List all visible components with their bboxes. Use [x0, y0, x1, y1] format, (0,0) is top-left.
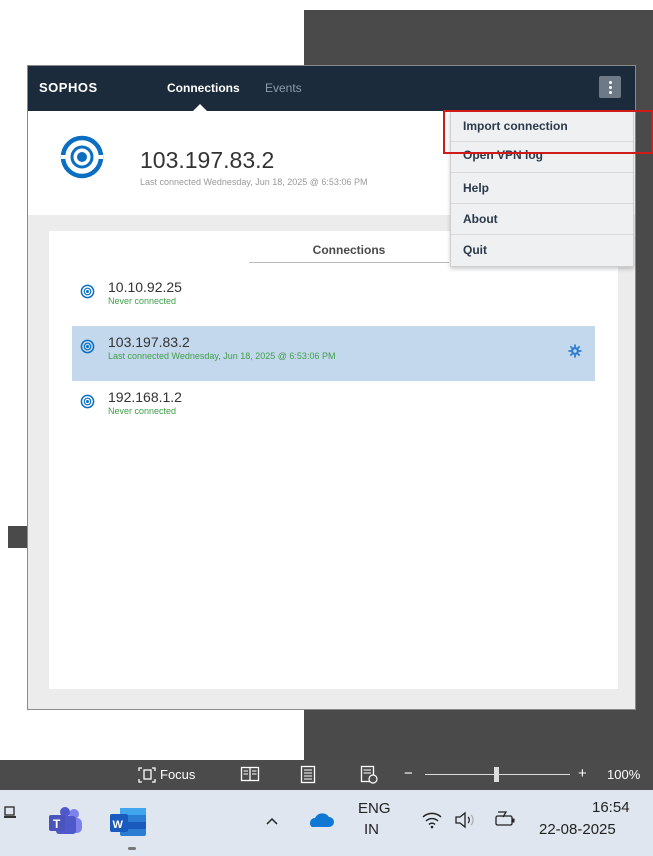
connection-ip: 192.168.1.2	[108, 389, 182, 405]
word-icon[interactable]: W	[108, 806, 148, 838]
battery-charging-icon[interactable]	[494, 810, 518, 828]
connection-ip: 10.10.92.25	[108, 279, 182, 295]
zoom-level[interactable]: 100%	[607, 767, 640, 782]
teams-icon[interactable]: T	[48, 807, 84, 837]
word-status-bar: Focus − + 100%	[0, 760, 653, 790]
connection-status: Never connected	[108, 406, 177, 416]
focus-label[interactable]: Focus	[160, 767, 195, 782]
wifi-icon[interactable]	[421, 811, 443, 829]
connection-row[interactable]: 10.10.92.25 Never connected	[72, 271, 595, 326]
onedrive-icon[interactable]	[306, 812, 334, 828]
more-options-icon[interactable]	[599, 76, 621, 98]
focus-icon[interactable]	[137, 766, 157, 784]
menu-item-quit[interactable]: Quit	[451, 235, 633, 266]
current-connection-status: Last connected Wednesday, Jun 18, 2025 @…	[140, 177, 368, 187]
clock-time[interactable]: 16:54	[592, 799, 630, 816]
zoom-out-button[interactable]: −	[404, 765, 413, 782]
sophos-logo: SOPHOS	[39, 80, 98, 95]
connections-panel: Connections 10.10.92.25 Never connected …	[49, 231, 618, 689]
active-app-indicator	[128, 847, 136, 850]
zoom-slider-thumb[interactable]	[494, 767, 499, 782]
tab-connections[interactable]: Connections	[167, 81, 240, 95]
clock-date[interactable]: 22-08-2025	[539, 821, 616, 838]
svg-text:W: W	[113, 819, 124, 831]
connection-status: Never connected	[108, 296, 177, 306]
read-mode-icon[interactable]	[240, 766, 260, 782]
divider	[249, 262, 449, 263]
print-layout-icon[interactable]	[300, 765, 316, 784]
connection-row[interactable]: 103.197.83.2 Last connected Wednesday, J…	[72, 326, 595, 381]
connection-ip: 103.197.83.2	[108, 334, 190, 350]
laptop-app-icon[interactable]	[4, 806, 16, 820]
connection-status: Last connected Wednesday, Jun 18, 2025 @…	[108, 351, 336, 361]
app-header: SOPHOS Connections Events	[28, 66, 635, 111]
tab-events[interactable]: Events	[265, 81, 302, 95]
highlight-box	[443, 110, 653, 154]
connection-row[interactable]: 192.168.1.2 Never connected	[72, 381, 595, 436]
vpn-connection-icon	[60, 135, 104, 179]
menu-item-help[interactable]: Help	[451, 173, 633, 204]
svg-text:T: T	[53, 817, 61, 831]
chevron-up-icon[interactable]	[265, 816, 279, 826]
zoom-in-button[interactable]: +	[578, 765, 587, 782]
windows-taskbar: T W ENG IN 16:54 22-08-2025	[0, 790, 653, 856]
connection-icon	[80, 394, 95, 409]
connection-icon	[80, 284, 95, 299]
volume-icon[interactable]	[454, 811, 476, 829]
active-tab-indicator	[193, 104, 207, 111]
web-layout-icon[interactable]	[360, 765, 378, 784]
current-connection-ip: 103.197.83.2	[140, 147, 275, 173]
gear-icon[interactable]	[568, 344, 582, 358]
language-line1[interactable]: ENG	[358, 800, 391, 817]
language-line2[interactable]: IN	[364, 821, 379, 838]
menu-item-about[interactable]: About	[451, 204, 633, 235]
connection-icon	[80, 339, 95, 354]
